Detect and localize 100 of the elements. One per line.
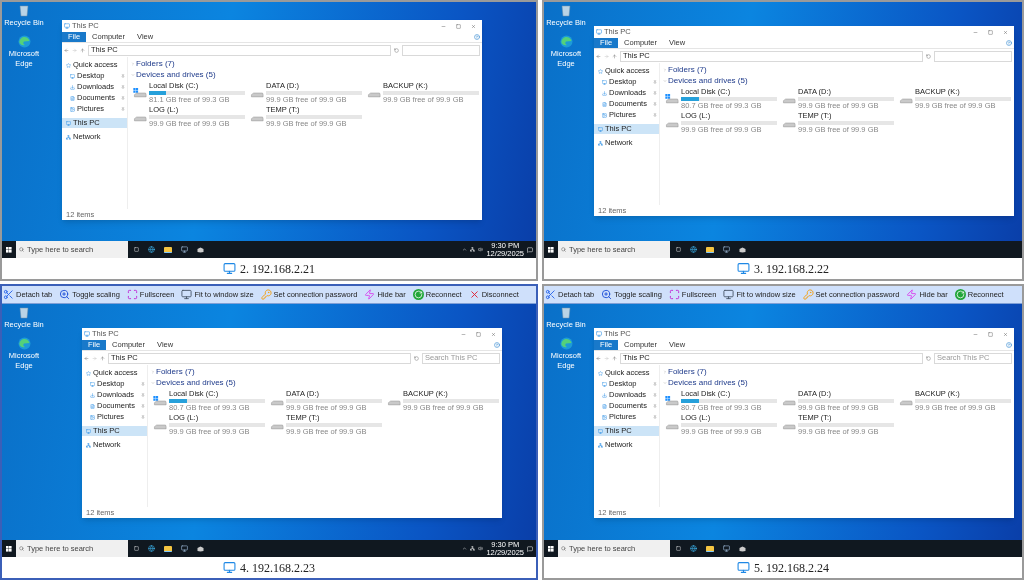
group-header[interactable]: Folders (7)	[663, 66, 1011, 74]
refresh-icon[interactable]	[394, 47, 399, 53]
back-icon[interactable]	[84, 355, 89, 361]
close-icon[interactable]	[491, 331, 496, 337]
close-icon[interactable]	[1003, 331, 1008, 337]
system-drive-icon	[153, 395, 167, 406]
desktop-icon	[90, 381, 95, 387]
folder-icon[interactable]	[164, 246, 172, 253]
group-header[interactable]: Devices and drives (5)	[131, 71, 479, 79]
minimize-icon[interactable]	[973, 29, 978, 35]
network-icon[interactable]	[470, 546, 476, 551]
box-icon[interactable]	[197, 246, 204, 253]
network-icon	[598, 140, 603, 146]
picture-icon	[602, 414, 607, 420]
maximize-icon[interactable]	[476, 331, 481, 337]
star-icon	[66, 62, 71, 68]
pin-icon	[121, 85, 125, 89]
browser-icon[interactable]	[148, 545, 155, 552]
recycle-bin-icon[interactable]	[560, 306, 572, 319]
minimize-icon[interactable]	[973, 331, 978, 337]
forward-icon[interactable]	[604, 355, 609, 361]
up-icon[interactable]	[100, 355, 105, 361]
remote-session-tile[interactable]	[542, 284, 1024, 580]
task-view-icon[interactable]	[134, 546, 139, 551]
session-label: 2. 192.168.2.21	[240, 260, 315, 278]
close-icon[interactable]	[471, 23, 476, 29]
folder-icon[interactable]	[706, 246, 714, 253]
task-view-icon[interactable]	[676, 546, 681, 551]
group-header[interactable]: Devices and drives (5)	[663, 379, 1011, 387]
back-icon[interactable]	[596, 355, 601, 361]
recycle-bin-icon[interactable]	[18, 4, 30, 17]
maximize-icon[interactable]	[988, 29, 993, 35]
maximize-icon[interactable]	[456, 23, 461, 29]
browser-icon[interactable]	[559, 35, 573, 49]
pin-icon	[653, 102, 657, 106]
download-icon	[70, 84, 75, 90]
download-icon	[90, 392, 95, 398]
pin-icon	[121, 96, 125, 100]
task-view-icon[interactable]	[676, 247, 681, 252]
document-icon	[602, 403, 607, 409]
pin-icon	[121, 107, 125, 111]
refresh-icon[interactable]	[926, 53, 931, 59]
pin-icon	[653, 415, 657, 419]
forward-icon[interactable]	[72, 47, 77, 53]
box-icon[interactable]	[739, 246, 746, 253]
notification-icon[interactable]	[527, 545, 533, 552]
pin-icon	[141, 404, 145, 408]
close-icon[interactable]	[1003, 29, 1008, 35]
browser-icon[interactable]	[148, 246, 155, 253]
browser-icon[interactable]	[17, 337, 31, 351]
network-icon	[86, 442, 91, 448]
up-icon[interactable]	[80, 47, 85, 53]
reconnect-icon	[412, 289, 424, 300]
refresh-icon[interactable]	[926, 355, 931, 361]
minimize-icon[interactable]	[441, 23, 446, 29]
pin-icon	[653, 382, 657, 386]
forward-icon[interactable]	[92, 355, 97, 361]
box-icon[interactable]	[739, 545, 746, 552]
box-icon[interactable]	[197, 545, 204, 552]
maximize-icon[interactable]	[988, 331, 993, 337]
tray-chevron-icon[interactable]	[462, 546, 468, 551]
network-icon[interactable]	[470, 247, 476, 252]
back-icon[interactable]	[596, 53, 601, 59]
lightning-icon	[906, 289, 918, 300]
browser-icon[interactable]	[690, 545, 697, 552]
speaker-icon[interactable]	[478, 247, 484, 252]
up-icon[interactable]	[612, 53, 617, 59]
network-icon	[66, 134, 71, 140]
recycle-bin-icon[interactable]	[560, 4, 572, 17]
remote-session-tile[interactable]	[0, 284, 538, 580]
star-icon	[86, 370, 91, 376]
recycle-bin-icon[interactable]	[18, 306, 30, 319]
back-icon[interactable]	[64, 47, 69, 53]
group-header[interactable]: Folders (7)	[151, 368, 499, 376]
computer-icon	[596, 29, 602, 35]
speaker-icon[interactable]	[478, 546, 484, 551]
notification-icon[interactable]	[527, 246, 533, 253]
browser-icon[interactable]	[559, 337, 573, 351]
tray-chevron-icon[interactable]	[462, 247, 468, 252]
browser-icon[interactable]	[690, 246, 697, 253]
help-icon[interactable]	[1006, 40, 1012, 46]
task-view-icon[interactable]	[134, 247, 139, 252]
group-header[interactable]: Devices and drives (5)	[151, 379, 499, 387]
group-header[interactable]: Folders (7)	[663, 368, 1011, 376]
group-header[interactable]: Devices and drives (5)	[663, 77, 1011, 85]
fullscreen-icon	[668, 289, 680, 300]
folder-icon[interactable]	[706, 545, 714, 552]
refresh-icon[interactable]	[414, 355, 419, 361]
group-header[interactable]: Folders (7)	[131, 60, 479, 68]
minimize-icon[interactable]	[461, 331, 466, 337]
up-icon[interactable]	[612, 355, 617, 361]
browser-icon[interactable]	[17, 35, 31, 49]
help-icon[interactable]	[1006, 342, 1012, 348]
forward-icon[interactable]	[604, 53, 609, 59]
search-field[interactable]	[934, 50, 1012, 62]
help-icon[interactable]	[474, 34, 480, 40]
search-field[interactable]	[402, 44, 480, 56]
folder-icon[interactable]	[164, 545, 172, 552]
help-icon[interactable]	[494, 342, 500, 348]
scissors-icon	[3, 289, 14, 300]
